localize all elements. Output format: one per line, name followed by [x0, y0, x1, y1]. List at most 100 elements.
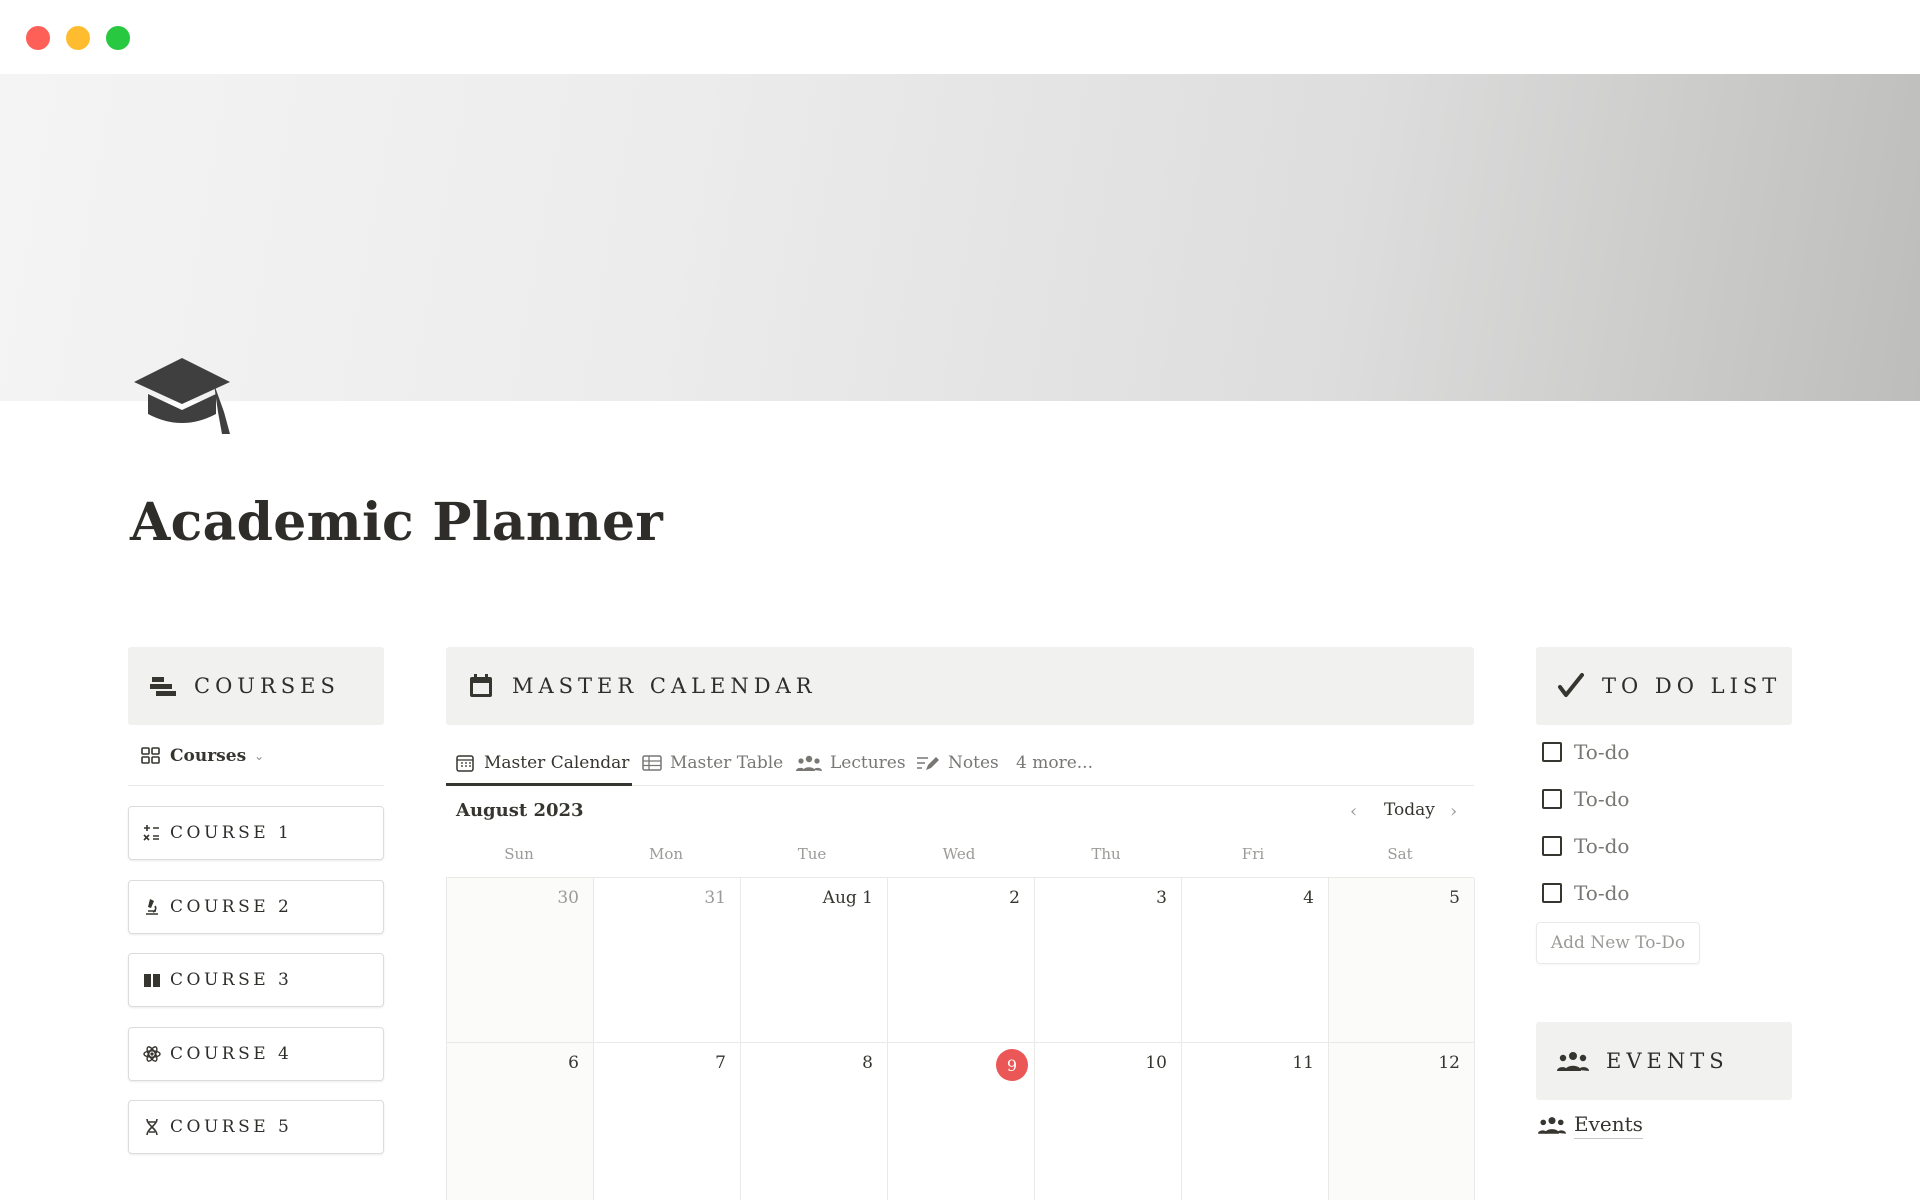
calendar-day-number: 11: [1292, 1053, 1314, 1073]
calendar-day-cell[interactable]: 2: [888, 878, 1035, 1043]
calendar-day-number: 12: [1438, 1053, 1460, 1073]
calendar-day-cell[interactable]: 4: [1182, 878, 1329, 1043]
weekday-header-row: Sun Mon Tue Wed Thu Fri Sat: [446, 845, 1474, 869]
atom-icon: [143, 1045, 161, 1063]
gallery-grid-icon: [140, 745, 162, 767]
master-calendar-header: MASTER CALENDAR: [446, 647, 1474, 725]
calendar-day-number: 4: [1303, 888, 1314, 908]
todo-checkbox[interactable]: [1542, 836, 1562, 856]
calendar-day-cell[interactable]: 3: [1035, 878, 1182, 1043]
graduation-cap-icon[interactable]: [130, 356, 234, 436]
course-label: COURSE 3: [170, 970, 293, 990]
stacked-bars-icon: [148, 671, 178, 701]
todo-item[interactable]: To-do: [1542, 787, 1629, 811]
table-icon: [642, 753, 662, 773]
calendar-day-number: Aug 1: [822, 888, 873, 908]
tab-label: Lectures: [830, 753, 906, 773]
calendar-icon: [466, 671, 496, 701]
checkmark-icon: [1556, 671, 1586, 701]
chevron-right-icon[interactable]: ›: [1450, 801, 1457, 822]
todo-list-header-label: TO DO LIST: [1602, 674, 1782, 698]
todo-item[interactable]: To-do: [1542, 740, 1629, 764]
close-window-button[interactable]: [26, 26, 50, 50]
courses-view-label: Courses: [170, 746, 247, 766]
calendar-day-cell[interactable]: Aug 1: [741, 878, 888, 1043]
calendar-day-cell[interactable]: 30: [447, 878, 594, 1043]
todo-item-label: To-do: [1574, 834, 1630, 858]
tab-notes[interactable]: Notes: [916, 740, 999, 786]
todo-checkbox[interactable]: [1542, 742, 1562, 762]
calendar-day-cell[interactable]: 11: [1182, 1043, 1329, 1200]
calendar-day-number: 30: [557, 888, 579, 908]
calendar-day-cell[interactable]: 7: [594, 1043, 741, 1200]
calendar-day-cell[interactable]: 31: [594, 878, 741, 1043]
chevron-left-icon[interactable]: ‹: [1350, 801, 1357, 822]
add-new-todo-button[interactable]: Add New To-Do: [1536, 922, 1700, 964]
weekday-label: Fri: [1241, 845, 1265, 863]
todo-checkbox[interactable]: [1542, 789, 1562, 809]
course-5-button[interactable]: COURSE 5: [128, 1100, 384, 1154]
today-date-badge: 9: [996, 1049, 1028, 1081]
calendar-view-tabs: Master Calendar Master Table Lectures No…: [446, 740, 1474, 786]
calendar-day-cell[interactable]: 6: [447, 1043, 594, 1200]
tab-master-table[interactable]: Master Table: [642, 740, 783, 786]
calendar-day-cell[interactable]: 9: [888, 1043, 1035, 1200]
calendar-day-number: 8: [862, 1053, 873, 1073]
todo-checkbox[interactable]: [1542, 883, 1562, 903]
pencil-lines-icon: [916, 753, 940, 773]
todo-list-header: TO DO LIST: [1536, 647, 1792, 725]
calendar-day-cell[interactable]: 8: [741, 1043, 888, 1200]
tab-more-views[interactable]: 4 more...: [1016, 740, 1093, 786]
divider: [128, 785, 384, 786]
dna-icon: [143, 1118, 161, 1136]
people-icon: [1538, 1115, 1566, 1137]
window-titlebar: [0, 0, 1920, 74]
calendar-day-number: 5: [1449, 888, 1460, 908]
calendar-day-number: 3: [1156, 888, 1167, 908]
calendar-grid: 30 31 Aug 1 2 3 4 5 6 7 8 9 10 11 12: [446, 877, 1475, 1200]
course-3-button[interactable]: COURSE 3: [128, 953, 384, 1007]
weekday-label: Sun: [504, 845, 534, 863]
calendar-day-number: 7: [715, 1053, 726, 1073]
calendar-day-cell[interactable]: 5: [1329, 878, 1475, 1043]
minimize-window-button[interactable]: [66, 26, 90, 50]
chevron-down-icon: ⌄: [254, 749, 265, 763]
calendar-day-number: 10: [1145, 1053, 1167, 1073]
calendar-day-cell[interactable]: 12: [1329, 1043, 1475, 1200]
todo-item-label: To-do: [1574, 787, 1630, 811]
tab-lectures[interactable]: Lectures: [796, 740, 906, 786]
weekday-label: Tue: [797, 845, 827, 863]
calendar-day-cell[interactable]: 10: [1035, 1043, 1182, 1200]
active-tab-indicator: [446, 783, 632, 786]
course-label: COURSE 2: [170, 897, 293, 917]
master-calendar-header-label: MASTER CALENDAR: [512, 674, 817, 698]
todo-item[interactable]: To-do: [1542, 881, 1629, 905]
tab-label: Master Calendar: [484, 753, 630, 773]
course-4-button[interactable]: COURSE 4: [128, 1027, 384, 1081]
people-icon: [796, 753, 822, 773]
tab-label: 4 more...: [1016, 753, 1093, 773]
calendar-day-number: 6: [568, 1053, 579, 1073]
events-link[interactable]: Events: [1538, 1112, 1643, 1139]
course-1-button[interactable]: COURSE 1: [128, 806, 384, 860]
todo-item[interactable]: To-do: [1542, 834, 1629, 858]
maximize-window-button[interactable]: [106, 26, 130, 50]
weekday-label: Wed: [942, 845, 976, 863]
calendar-icon: [456, 753, 476, 773]
course-2-button[interactable]: COURSE 2: [128, 880, 384, 934]
tab-label: Notes: [948, 753, 999, 773]
page-cover[interactable]: [0, 74, 1920, 401]
calendar-month-label: August 2023: [456, 800, 584, 821]
courses-view-switch[interactable]: Courses ⌄: [140, 745, 264, 767]
events-header-label: EVENTS: [1606, 1049, 1729, 1073]
todo-item-label: To-do: [1574, 740, 1630, 764]
courses-header-label: COURSES: [194, 674, 340, 698]
book-icon: [143, 971, 161, 989]
people-icon: [1556, 1046, 1590, 1076]
course-label: COURSE 5: [170, 1117, 293, 1137]
tab-label: Master Table: [670, 753, 784, 773]
events-link-label: Events: [1574, 1112, 1643, 1139]
today-button[interactable]: Today: [1384, 800, 1435, 820]
tab-master-calendar[interactable]: Master Calendar: [456, 740, 629, 786]
weekday-label: Sat: [1387, 845, 1413, 863]
